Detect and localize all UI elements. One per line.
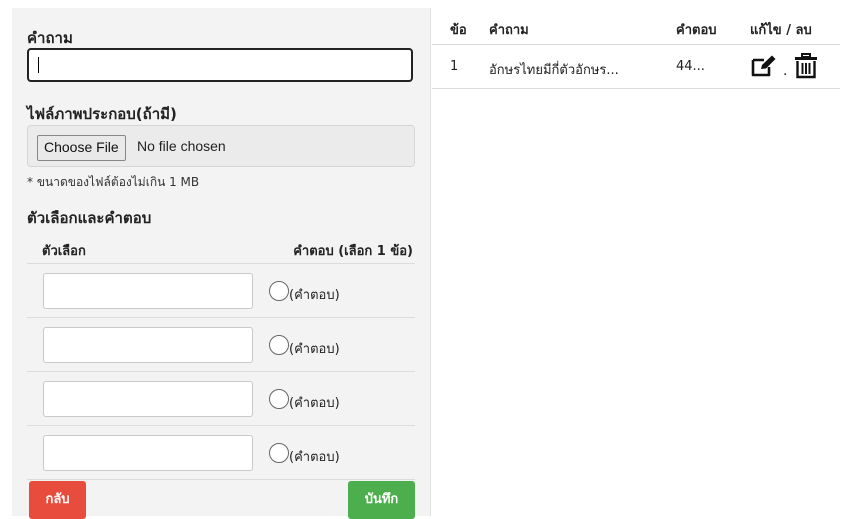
separator-dot: . <box>783 63 788 79</box>
answer-radio-4[interactable] <box>269 443 289 463</box>
back-button[interactable]: กลับ <box>29 481 86 519</box>
option-input-1[interactable] <box>43 273 253 309</box>
row-question: อักษรไทยมีกี่ตัวอักษร... <box>489 63 619 78</box>
option-row: (คำตอบ) <box>27 372 415 426</box>
options-header-answer: คำตอบ (เลือก 1 ข้อ) <box>293 244 413 259</box>
option-row: (คำตอบ) <box>27 318 415 372</box>
questions-table: ข้อ คำถาม คำตอบ แก้ไข / ลบ 1 อักษรไทยมีก… <box>432 8 840 89</box>
table-row: 1 อักษรไทยมีกี่ตัวอักษร... 44... . <box>432 45 840 89</box>
answer-radio-label: (คำตอบ) <box>289 288 340 303</box>
options-table: ตัวเลือก คำตอบ (เลือก 1 ข้อ) (คำตอบ) (คำ… <box>27 230 415 480</box>
header-actions: แก้ไข / ลบ <box>750 23 812 38</box>
trash-icon[interactable] <box>794 53 818 79</box>
file-size-note: * ขนาดของไฟล์ต้องไม่เกิน 1 MB <box>27 175 200 189</box>
answer-radio-2[interactable] <box>269 335 289 355</box>
file-status: No file chosen <box>137 138 226 154</box>
row-no: 1 <box>450 59 459 74</box>
edit-icon[interactable] <box>750 54 778 78</box>
file-upload: Choose File No file chosen <box>27 125 415 167</box>
answer-radio-1[interactable] <box>269 281 289 301</box>
header-question: คำถาม <box>489 23 529 38</box>
question-form: คำถาม ไฟล์ภาพประกอบ(ถ้ามี) Choose File N… <box>12 8 431 519</box>
option-input-3[interactable] <box>43 381 253 417</box>
answer-radio-label: (คำตอบ) <box>289 396 340 411</box>
option-input-4[interactable] <box>43 435 253 471</box>
answer-radio-label: (คำตอบ) <box>289 342 340 357</box>
row-answer: 44... <box>676 59 705 74</box>
option-input-2[interactable] <box>43 327 253 363</box>
save-button[interactable]: บันทึก <box>348 481 415 519</box>
answer-radio-3[interactable] <box>269 389 289 409</box>
text-caret <box>38 57 39 73</box>
header-answer: คำตอบ <box>676 23 717 38</box>
table-header: ข้อ คำถาม คำตอบ แก้ไข / ลบ <box>432 8 840 45</box>
options-title: ตัวเลือกและคำตอบ <box>27 209 152 227</box>
options-header-choice: ตัวเลือก <box>42 244 86 259</box>
option-row: (คำตอบ) <box>27 426 415 480</box>
answer-radio-label: (คำตอบ) <box>289 450 340 465</box>
header-no: ข้อ <box>450 23 467 38</box>
choose-file-button[interactable]: Choose File <box>37 135 126 161</box>
question-label: คำถาม <box>27 29 73 47</box>
option-row: (คำตอบ) <box>27 264 415 318</box>
image-label: ไฟล์ภาพประกอบ(ถ้ามี) <box>27 105 177 123</box>
question-input[interactable] <box>27 48 413 82</box>
options-header: ตัวเลือก คำตอบ (เลือก 1 ข้อ) <box>27 230 415 264</box>
